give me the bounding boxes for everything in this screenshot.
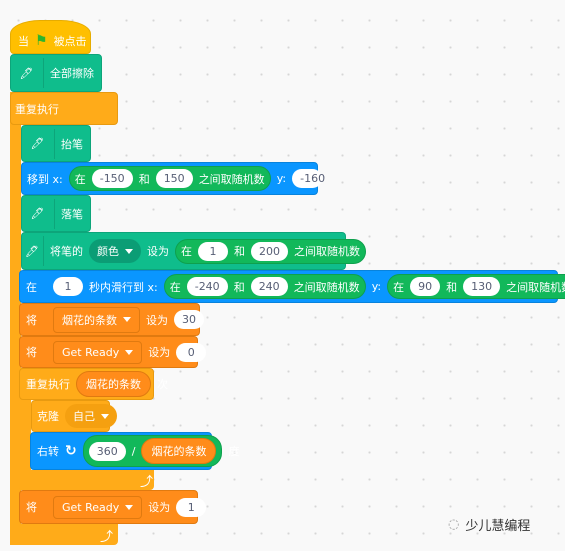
watermark: ◌ 少儿慧编程 — [448, 517, 531, 534]
max-input[interactable]: 200 — [250, 241, 288, 261]
y-input[interactable]: -160 — [292, 169, 325, 188]
pen-icon: 🖊 — [25, 236, 44, 266]
forever-block[interactable]: 重复执行 — [10, 92, 118, 125]
set-variable-block[interactable]: 将 Get Ready 设为 1 — [19, 490, 207, 524]
create-clone-block[interactable]: 克隆 自己 — [31, 400, 117, 432]
random-operator[interactable]: 在 1 和 200 之间取随机数 — [174, 238, 366, 264]
variable-dropdown[interactable]: 烟花的条数 — [53, 306, 140, 333]
when-flag-clicked-block[interactable]: 当 ⚑ 被点击 — [10, 20, 91, 54]
pen-icon: 🖊 — [14, 58, 44, 88]
repeat-bottom — [19, 470, 154, 490]
y-max-input[interactable]: 130 — [463, 277, 501, 296]
repeat-block[interactable]: 重复执行 烟花的条数 次 — [19, 368, 168, 400]
pen-icon: 🖊 — [25, 128, 55, 159]
set-pen-color-block[interactable]: 🖊 将笔的 颜色 设为 在 1 和 200 之间取随机数 — [21, 232, 366, 270]
x-min-input[interactable]: -240 — [186, 277, 228, 296]
divide-operator[interactable]: 360 / 烟花的条数 — [82, 435, 223, 467]
variable-reporter[interactable]: 烟花的条数 — [141, 438, 217, 464]
x-max-input[interactable]: 240 — [250, 277, 288, 296]
variable-dropdown[interactable]: Get Ready — [53, 495, 143, 519]
variable-dropdown[interactable]: Get Ready — [53, 340, 143, 364]
clone-target-dropdown[interactable]: 自己 — [65, 404, 117, 428]
wechat-icon: ◌ — [448, 517, 460, 532]
random-operator[interactable]: 在 -150 和 150 之间取随机数 — [68, 166, 271, 191]
glide-block[interactable]: 在 1 秒内滑行到 x: 在 -240 和 240 之间取随机数 y: 在 90… — [19, 270, 565, 303]
random-y-operator[interactable]: 在 90 和 130 之间取随机数 — [387, 274, 565, 299]
clear-block[interactable]: 🖊 全部擦除 — [10, 54, 102, 92]
secs-input[interactable]: 1 — [53, 277, 83, 296]
goto-xy-block[interactable]: 移到 x: 在 -150 和 150 之间取随机数 y: -160 — [21, 162, 325, 195]
dividend-input[interactable]: 360 — [88, 441, 126, 461]
variable-reporter[interactable]: 烟花的条数 — [76, 371, 151, 397]
max-input[interactable]: 150 — [155, 169, 193, 188]
loop-arrow-icon: ⤴ — [140, 475, 154, 490]
loop-arrow-icon: ⤴ — [100, 530, 114, 545]
y-min-input[interactable]: 90 — [410, 277, 441, 296]
pen-param-dropdown[interactable]: 颜色 — [88, 239, 141, 263]
min-input[interactable]: 1 — [197, 241, 228, 261]
pen-icon: 🖊 — [25, 198, 55, 229]
set-variable-block[interactable]: 将 Get Ready 设为 0 — [19, 336, 207, 368]
turn-right-block[interactable]: 右转 ↻ 360 / 烟花的条数 度 — [30, 432, 239, 470]
pen-up-block[interactable]: 🖊 抬笔 — [21, 125, 91, 162]
min-input[interactable]: -150 — [91, 169, 133, 188]
random-x-operator[interactable]: 在 -240 和 240 之间取随机数 — [163, 274, 366, 299]
value-input[interactable]: 30 — [174, 310, 204, 329]
rotate-clockwise-icon: ↻ — [65, 443, 77, 459]
set-variable-block[interactable]: 将 烟花的条数 设为 30 — [19, 303, 204, 336]
pen-down-block[interactable]: 🖊 落笔 — [21, 195, 91, 232]
value-input[interactable]: 0 — [176, 342, 207, 362]
value-input[interactable]: 1 — [176, 497, 207, 517]
green-flag-icon: ⚑ — [35, 33, 48, 49]
